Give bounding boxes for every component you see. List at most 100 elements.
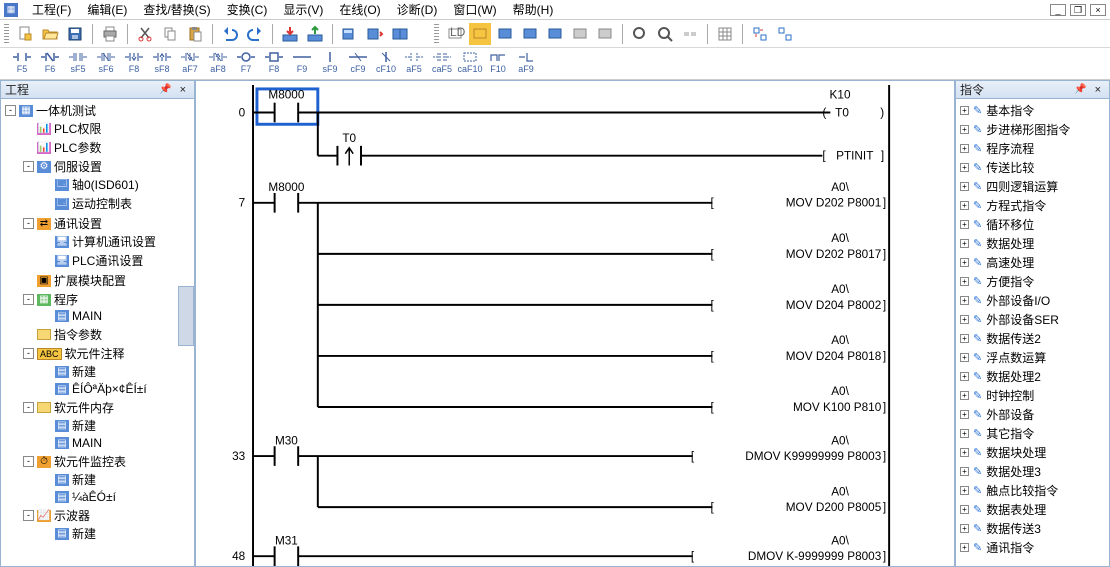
fkey-sf8[interactable]: sF8 <box>150 50 174 74</box>
monitor-b-button[interactable] <box>519 23 541 45</box>
instruction-category[interactable]: +✎浮点数运算 <box>956 348 1109 367</box>
expand-icon[interactable]: + <box>960 448 969 457</box>
open-button[interactable] <box>39 23 61 45</box>
tree-note[interactable]: -ABC软元件注释 <box>23 345 194 362</box>
expand-icon[interactable]: + <box>960 106 969 115</box>
tree-note-new[interactable]: ▤新建 <box>41 363 194 380</box>
close-panel-button[interactable]: × <box>1091 84 1105 96</box>
expand-icon[interactable]: + <box>960 125 969 134</box>
tree-mem-main[interactable]: ▤MAIN <box>41 436 194 450</box>
fkey-f9[interactable]: F9 <box>290 50 314 74</box>
tree-comm[interactable]: -⇄通讯设置 <box>23 215 194 232</box>
restore-button[interactable]: ❐ <box>1070 4 1086 16</box>
fkey-sf6[interactable]: sF6 <box>94 50 118 74</box>
menu-transform[interactable]: 变换(C) <box>219 0 276 20</box>
fkey-sf5[interactable]: sF5 <box>66 50 90 74</box>
fkey-af9[interactable]: aF9 <box>514 50 538 74</box>
expand-icon[interactable]: + <box>960 239 969 248</box>
tree-root[interactable]: -▦一体机测试 <box>5 102 194 119</box>
tree-prog[interactable]: -▦程序 <box>23 291 194 308</box>
close-button[interactable]: × <box>1090 4 1106 16</box>
zoom-in-button[interactable] <box>654 23 676 45</box>
undo-button[interactable] <box>219 23 241 45</box>
instruction-category[interactable]: +✎数据传送2 <box>956 329 1109 348</box>
fkey-f6[interactable]: F6 <box>38 50 62 74</box>
expand-icon[interactable]: + <box>960 543 969 552</box>
tree-mem-new[interactable]: ▤新建 <box>41 417 194 434</box>
tree-comm-pc[interactable]: 🖥计算机通讯设置 <box>41 233 194 250</box>
expand-icon[interactable]: + <box>960 296 969 305</box>
menu-help[interactable]: 帮助(H) <box>505 0 562 20</box>
instruction-category[interactable]: +✎方便指令 <box>956 272 1109 291</box>
expand-icon[interactable]: + <box>960 353 969 362</box>
expand-icon[interactable]: + <box>960 410 969 419</box>
instruction-category[interactable]: +✎数据处理2 <box>956 367 1109 386</box>
instruction-category[interactable]: +✎数据处理3 <box>956 462 1109 481</box>
tree-instr-param[interactable]: 指令参数 <box>23 326 194 343</box>
fkey-f8b[interactable]: F8 <box>262 50 286 74</box>
tree-comm-plc[interactable]: 🖥PLC通讯设置 <box>41 252 194 269</box>
menu-edit[interactable]: 编辑(E) <box>79 0 135 20</box>
tree-main[interactable]: ▤MAIN <box>41 309 194 323</box>
expand-icon[interactable]: + <box>960 391 969 400</box>
expand-icon[interactable]: + <box>960 372 969 381</box>
tree-mem[interactable]: -软元件内存 <box>23 399 194 416</box>
expand-icon[interactable]: + <box>960 258 969 267</box>
fkey-af7[interactable]: aF7 <box>178 50 202 74</box>
instruction-category[interactable]: +✎循环移位 <box>956 215 1109 234</box>
expand-icon[interactable]: + <box>960 467 969 476</box>
expand-icon[interactable]: + <box>960 277 969 286</box>
plc-compare-button[interactable] <box>389 23 411 45</box>
instruction-category[interactable]: +✎外部设备SER <box>956 310 1109 329</box>
plc-write-button[interactable] <box>364 23 386 45</box>
expand-icon[interactable]: + <box>960 182 969 191</box>
copy-button[interactable] <box>159 23 181 45</box>
zoom-fit-button[interactable] <box>629 23 651 45</box>
instruction-category[interactable]: +✎四则逻辑运算 <box>956 177 1109 196</box>
gray-b-button[interactable] <box>594 23 616 45</box>
plc-read-button[interactable] <box>339 23 361 45</box>
instruction-category[interactable]: +✎数据传送3 <box>956 519 1109 538</box>
close-panel-button[interactable]: × <box>176 84 190 96</box>
tree-plc-param[interactable]: 📊PLC参数 <box>23 139 194 156</box>
monitor-c-button[interactable] <box>544 23 566 45</box>
pin-icon[interactable]: 📌 <box>155 84 175 95</box>
new-button[interactable] <box>14 23 36 45</box>
redo-button[interactable] <box>244 23 266 45</box>
gray-a-button[interactable] <box>569 23 591 45</box>
monitor-a-button[interactable] <box>494 23 516 45</box>
ladder-canvas[interactable]: 0 M8000 K10 ( T0 ) <box>196 81 954 566</box>
fkey-af5[interactable]: aF5 <box>402 50 426 74</box>
expand-icon[interactable]: + <box>960 144 969 153</box>
instruction-category[interactable]: +✎时钟控制 <box>956 386 1109 405</box>
expand-icon[interactable]: + <box>960 334 969 343</box>
step-button[interactable] <box>679 23 701 45</box>
minimize-button[interactable]: _ <box>1050 4 1066 16</box>
expand-icon[interactable]: + <box>960 486 969 495</box>
fkey-af8[interactable]: aF8 <box>206 50 230 74</box>
ladder-editor[interactable]: 0 M8000 K10 ( T0 ) <box>195 80 955 567</box>
instruction-category[interactable]: +✎触点比较指令 <box>956 481 1109 500</box>
fkey-f5[interactable]: F5 <box>10 50 34 74</box>
monitor-toggle-button[interactable]: LD <box>444 23 466 45</box>
swap-b-button[interactable] <box>774 23 796 45</box>
fkey-f7[interactable]: F7 <box>234 50 258 74</box>
tree-axis0[interactable]: 🗔轴0(ISD601) <box>41 176 194 193</box>
instruction-category[interactable]: +✎外部设备 <box>956 405 1109 424</box>
instruction-category[interactable]: +✎数据处理 <box>956 234 1109 253</box>
menu-online[interactable]: 在线(O) <box>331 0 388 20</box>
menu-find-replace[interactable]: 查找/替换(S) <box>135 0 218 20</box>
fkey-sf9[interactable]: sF9 <box>318 50 342 74</box>
tree-osc-new[interactable]: ▤新建 <box>41 525 194 542</box>
tree-mon-item[interactable]: ▤¼àÊÓ±í <box>41 490 194 504</box>
expand-icon[interactable]: + <box>960 315 969 324</box>
project-tree[interactable]: -▦一体机测试 📊PLC权限 📊PLC参数 -⚙伺服设置 🗔轴0(ISD601)… <box>1 99 194 566</box>
fkey-caf10[interactable]: caF10 <box>458 50 482 74</box>
expand-icon[interactable]: + <box>960 163 969 172</box>
instruction-category[interactable]: +✎基本指令 <box>956 101 1109 120</box>
instruction-category[interactable]: +✎程序流程 <box>956 139 1109 158</box>
expand-icon[interactable]: + <box>960 220 969 229</box>
expand-icon[interactable]: + <box>960 524 969 533</box>
save-button[interactable] <box>64 23 86 45</box>
tree-plc-auth[interactable]: 📊PLC权限 <box>23 120 194 137</box>
